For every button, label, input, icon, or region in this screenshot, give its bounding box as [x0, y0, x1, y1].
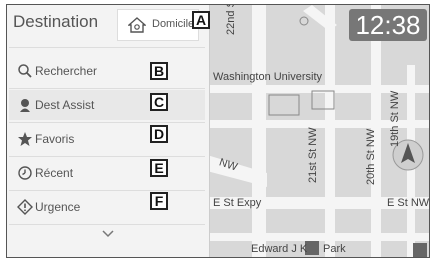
- divider: [9, 156, 205, 157]
- menu-item-label: Dest Assist: [35, 98, 95, 112]
- divider: [9, 190, 205, 191]
- map-label-park-suffix: Park: [323, 243, 346, 255]
- map-label-university: Washington University: [213, 71, 323, 83]
- menu-item-dest-assist[interactable]: Dest Assist: [9, 90, 205, 120]
- warning-diamond-icon: [17, 199, 33, 215]
- callout-f: F: [150, 192, 168, 210]
- page-title: Destination: [13, 12, 99, 31]
- destination-panel: Destination Domicile Rechercher Dest Ass…: [7, 5, 210, 257]
- home-button[interactable]: Domicile: [117, 9, 199, 41]
- chevron-down-icon[interactable]: [97, 226, 119, 242]
- menu-item-urgence[interactable]: Urgence: [9, 192, 205, 222]
- divider: [9, 47, 205, 48]
- menu-item-favoris[interactable]: Favoris: [9, 124, 205, 154]
- menu-item-recent[interactable]: Récent: [9, 158, 205, 188]
- map-label-21st: 21st St NW: [307, 127, 319, 183]
- home-button-label: Domicile: [152, 18, 195, 30]
- search-icon: [17, 63, 33, 79]
- clock-icon: [17, 165, 33, 181]
- callout-d: D: [150, 125, 168, 143]
- divider: [9, 122, 205, 123]
- divider: [9, 88, 205, 89]
- map-label-park: Edward J K: [251, 243, 308, 255]
- menu-item-rechercher[interactable]: Rechercher: [9, 56, 205, 86]
- menu-item-label: Favoris: [35, 132, 75, 146]
- menu-item-label: Rechercher: [35, 64, 98, 78]
- map-label-19th: 19th St NW: [389, 90, 401, 147]
- map-label-22nd: 22nd S: [225, 4, 237, 35]
- clock-display: 12:38: [349, 9, 427, 41]
- home-icon: [127, 16, 147, 34]
- callout-e: E: [150, 159, 168, 177]
- map-label-20th: 20th St NW: [365, 128, 377, 185]
- navigation-screen: 22nd S Washington University 21st St NW …: [6, 4, 430, 258]
- map-label-e-st-expy: E St Expy: [213, 197, 262, 209]
- callout-c: C: [150, 93, 168, 111]
- map-label-e-st-nw: E St NW: [387, 197, 430, 209]
- callout-a: A: [192, 11, 210, 29]
- assistant-icon: [17, 97, 33, 113]
- divider: [9, 224, 205, 225]
- star-icon: [17, 131, 33, 147]
- menu-item-label: Urgence: [35, 200, 81, 214]
- menu-item-label: Récent: [35, 166, 74, 180]
- callout-b: B: [150, 62, 168, 80]
